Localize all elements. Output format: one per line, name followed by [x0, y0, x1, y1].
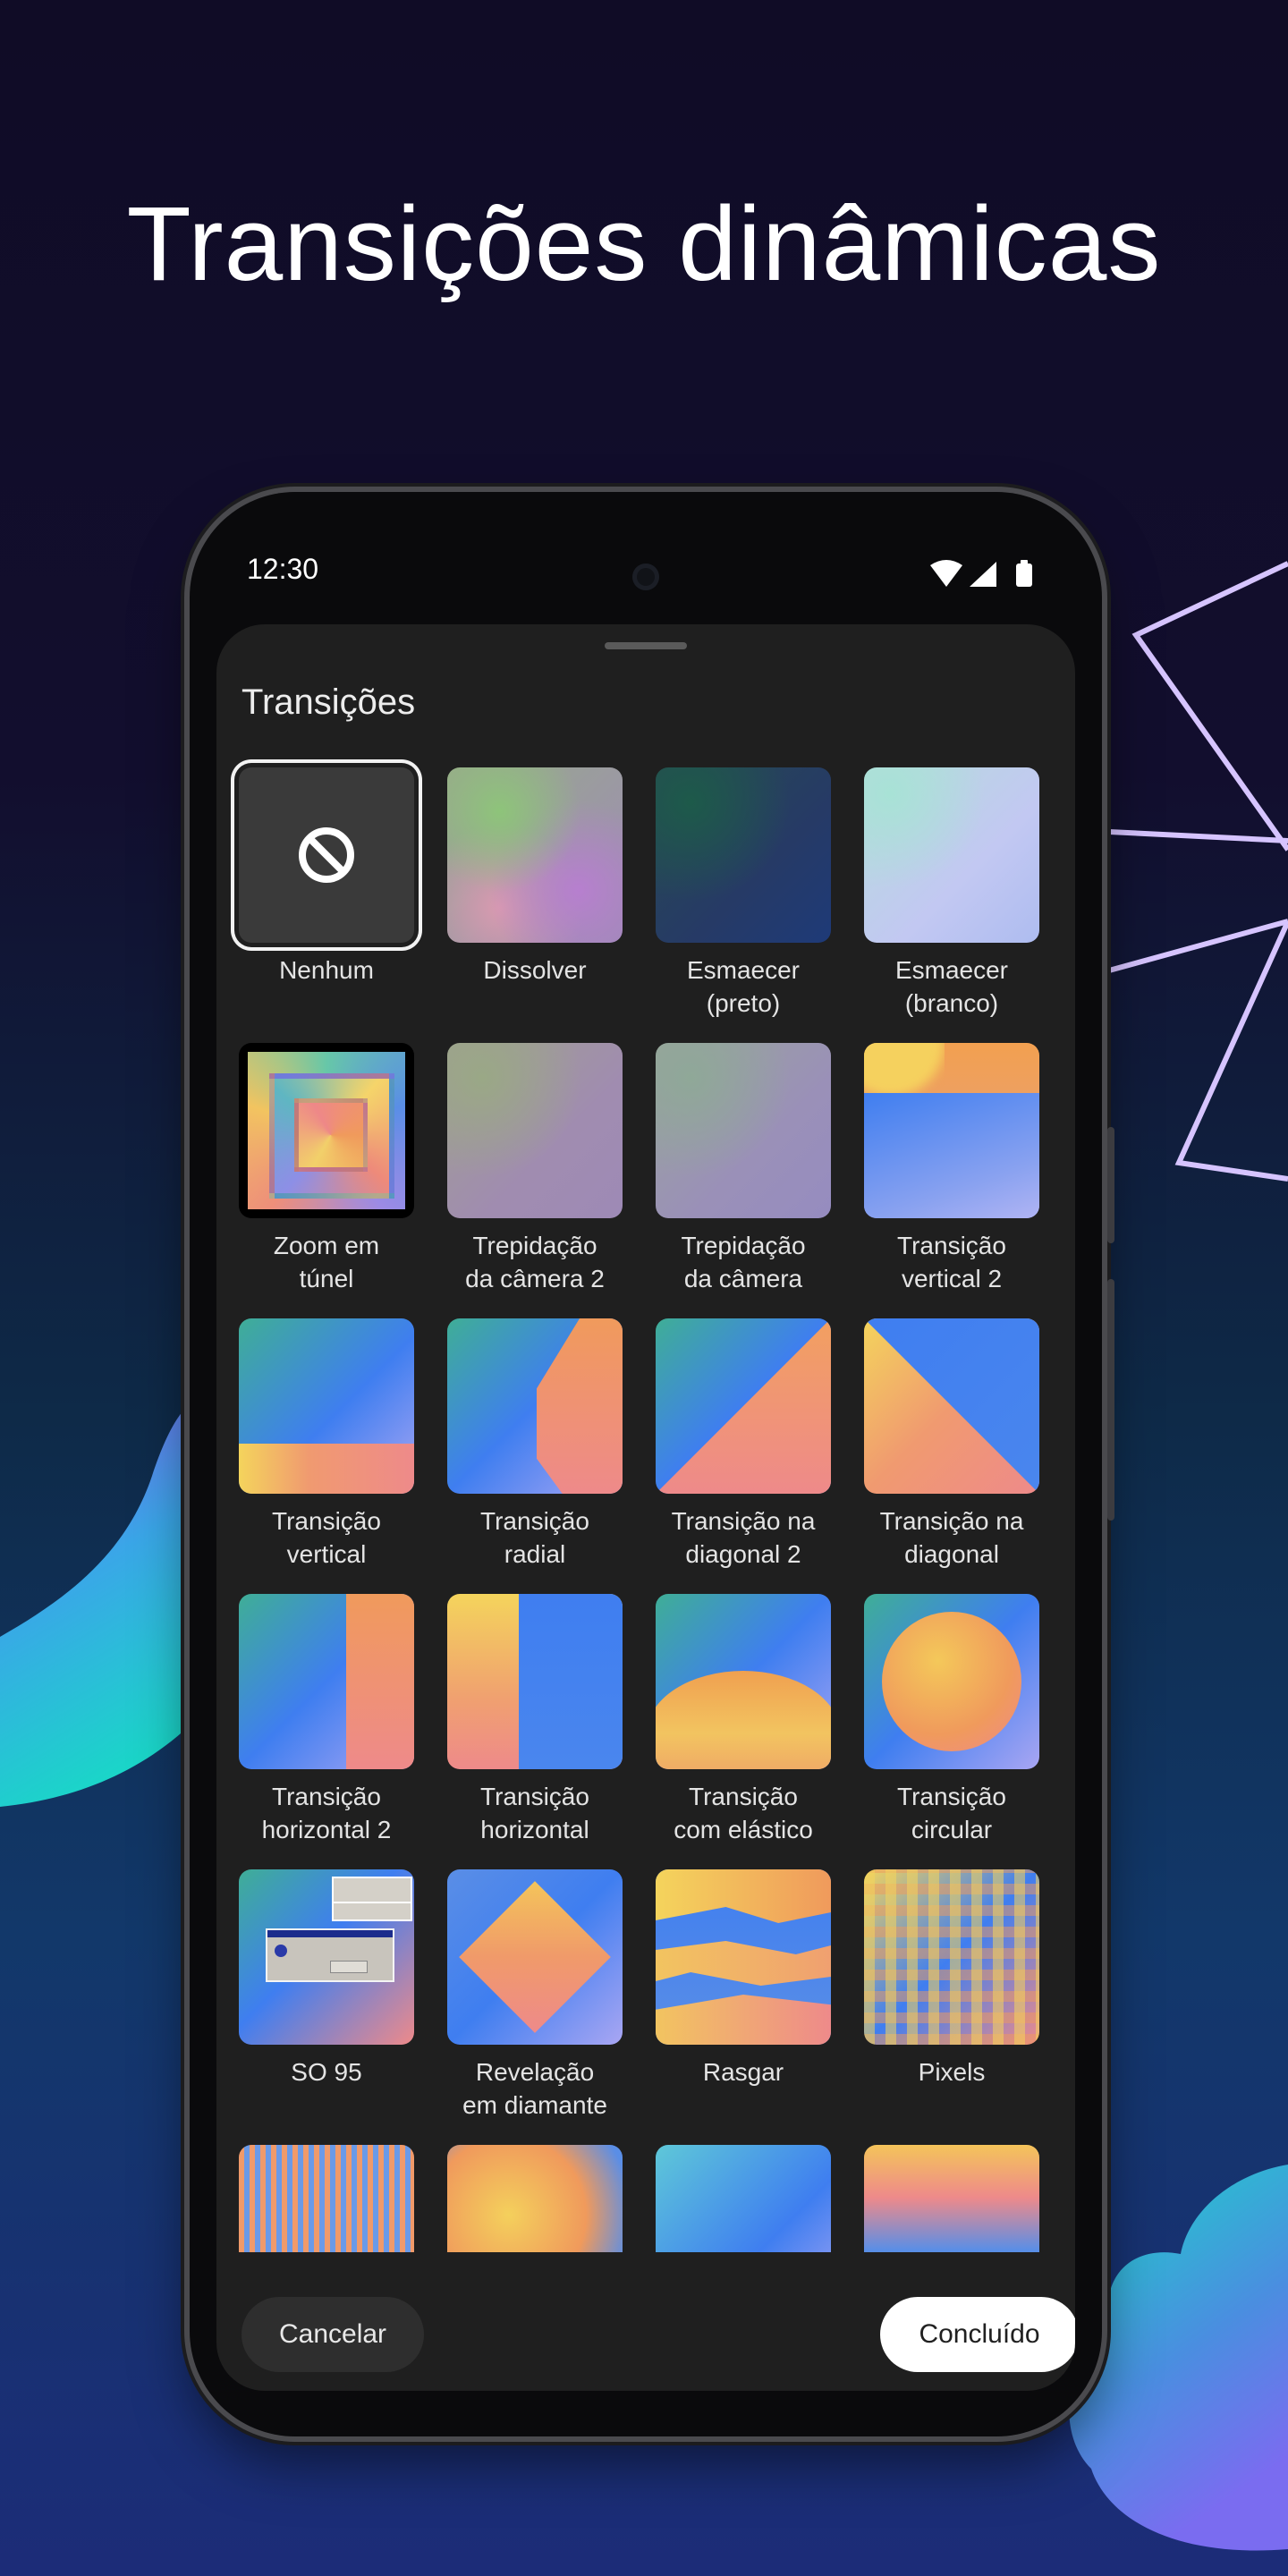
transition-label: Dissolver — [425, 953, 645, 987]
label-line-1: Trepidação — [681, 1232, 806, 1259]
phone-volume-button — [1107, 1127, 1114, 1243]
transition-label: Zoom em túnel — [216, 1229, 436, 1295]
transition-label: Transição com elástico — [633, 1780, 853, 1846]
cancel-button[interactable]: Cancelar — [242, 2297, 424, 2372]
transition-thumbnail[interactable] — [447, 1594, 623, 1769]
transition-thumbnail[interactable] — [864, 1043, 1039, 1218]
transition-thumbnail[interactable] — [656, 2145, 831, 2252]
label-line-2: (preto) — [706, 989, 781, 1017]
label-line-2: circular — [911, 1816, 993, 1843]
transition-thumbnail[interactable] — [239, 2145, 414, 2252]
label-line-2: diagonal 2 — [685, 1540, 801, 1568]
phone-frame: 12:30 Transições Nenhum Dissolver Esmaec… — [190, 492, 1114, 2436]
transition-label: Pixels — [842, 2055, 1062, 2089]
done-button[interactable]: Concluído — [880, 2297, 1075, 2372]
label-line-1: Transição na — [879, 1507, 1024, 1535]
label-line-2: horizontal 2 — [261, 1816, 392, 1843]
label-line-1: SO 95 — [291, 2058, 362, 2086]
transitions-sheet: Transições Nenhum Dissolver Esmaecer (pr… — [216, 624, 1075, 2391]
transition-thumbnail[interactable] — [864, 767, 1039, 943]
left-blob-shape — [0, 1391, 215, 1807]
transition-label: Transição horizontal — [425, 1780, 645, 1846]
label-line-1: Transição — [480, 1507, 589, 1535]
transition-label: Nenhum — [216, 953, 436, 987]
battery-icon — [1016, 564, 1032, 587]
transition-thumbnail[interactable] — [864, 1318, 1039, 1494]
transition-label: Trepidação da câmera — [633, 1229, 853, 1295]
transition-thumbnail[interactable] — [447, 1869, 623, 2045]
label-line-2: radial — [504, 1540, 566, 1568]
label-line-2: túnel — [299, 1265, 354, 1292]
system-icons — [930, 560, 1032, 587]
front-camera — [632, 564, 659, 590]
label-line-1: Transição — [480, 1783, 589, 1810]
label-line-1: Revelação — [475, 2058, 595, 2086]
label-line-1: Transição — [897, 1783, 1006, 1810]
wifi-icon — [930, 560, 962, 587]
label-line-1: Rasgar — [702, 2058, 784, 2086]
label-line-2: da câmera 2 — [465, 1265, 605, 1292]
label-line-2: em diamante — [462, 2091, 607, 2119]
transition-label: Rasgar — [633, 2055, 853, 2089]
transition-thumbnail[interactable] — [656, 1318, 831, 1494]
transition-thumbnail[interactable] — [447, 1043, 623, 1218]
transition-label: Esmaecer (branco) — [842, 953, 1062, 1020]
transition-thumbnail[interactable] — [864, 1594, 1039, 1769]
transition-label: Transição circular — [842, 1780, 1062, 1846]
star-outline-shape — [1108, 561, 1288, 1182]
label-line-2: (branco) — [904, 989, 999, 1017]
label-line-2: diagonal — [904, 1540, 999, 1568]
transition-label: Transição radial — [425, 1504, 645, 1571]
transition-label: Revelação em diamante — [425, 2055, 645, 2122]
transition-thumbnail[interactable] — [864, 1869, 1039, 2045]
transition-thumbnail[interactable] — [864, 2145, 1039, 2252]
transition-thumbnail[interactable] — [656, 1594, 831, 1769]
transition-thumbnail[interactable] — [447, 767, 623, 943]
label-line-2: com elástico — [674, 1816, 813, 1843]
transition-thumbnail[interactable] — [239, 1594, 414, 1769]
label-line-1: Esmaecer — [686, 956, 801, 984]
transition-label: Transição vertical — [216, 1504, 436, 1571]
transition-label: Esmaecer (preto) — [633, 953, 853, 1020]
transition-label: Transição horizontal 2 — [216, 1780, 436, 1846]
label-line-1: Nenhum — [279, 956, 374, 984]
phone-power-button — [1107, 1279, 1114, 1521]
transition-thumbnail[interactable] — [239, 1318, 414, 1494]
transition-thumbnail[interactable] — [656, 1043, 831, 1218]
label-line-2: da câmera — [683, 1265, 803, 1292]
label-line-2: vertical — [286, 1540, 367, 1568]
label-line-1: Pixels — [918, 2058, 986, 2086]
transition-thumbnail[interactable] — [239, 1869, 414, 2045]
status-bar: 12:30 — [190, 492, 1102, 617]
label-line-1: Transição — [272, 1783, 381, 1810]
transition-thumbnail[interactable] — [656, 1869, 831, 2045]
transition-thumbnail-selected[interactable] — [239, 767, 414, 943]
label-line-1: Zoom em — [273, 1232, 380, 1259]
transitions-grid: Nenhum Dissolver Esmaecer (preto) Esmaec… — [216, 624, 1075, 2252]
label-line-1: Transição na — [671, 1507, 816, 1535]
label-line-2: vertical 2 — [901, 1265, 1003, 1292]
label-line-1: Trepidação — [472, 1232, 597, 1259]
transition-label: Transição na diagonal — [842, 1504, 1062, 1571]
label-line-1: Dissolver — [483, 956, 587, 984]
transition-thumbnail[interactable] — [239, 1043, 414, 1218]
status-time: 12:30 — [247, 553, 319, 585]
label-line-1: Transição — [689, 1783, 798, 1810]
signal-icon — [970, 562, 996, 587]
label-line-1: Transição — [272, 1507, 381, 1535]
transition-thumbnail[interactable] — [447, 1318, 623, 1494]
right-blob-shape — [1069, 2165, 1288, 2551]
label-line-1: Esmaecer — [894, 956, 1009, 984]
transition-label: Trepidação da câmera 2 — [425, 1229, 645, 1295]
transition-thumbnail[interactable] — [447, 2145, 623, 2252]
transition-label: SO 95 — [216, 2055, 436, 2089]
label-line-1: Transição — [897, 1232, 1006, 1259]
headline: Transições dinâmicas — [126, 185, 1162, 303]
none-icon — [299, 827, 354, 883]
transition-label: Transição vertical 2 — [842, 1229, 1062, 1295]
label-line-2: horizontal — [480, 1816, 589, 1843]
transition-label: Transição na diagonal 2 — [633, 1504, 853, 1571]
transition-thumbnail[interactable] — [656, 767, 831, 943]
